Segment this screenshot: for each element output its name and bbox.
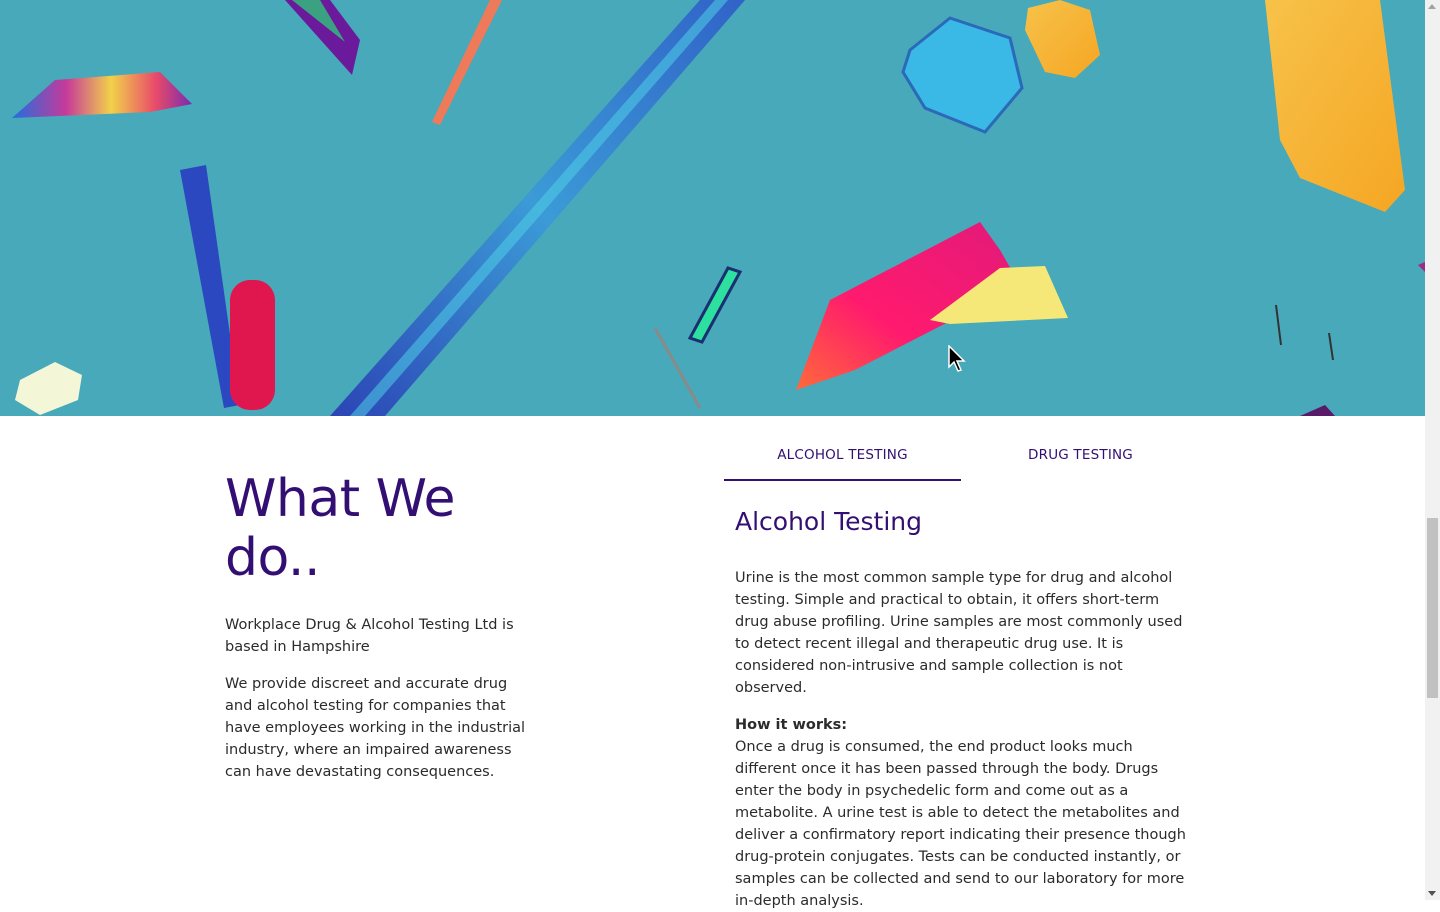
how-it-works-block: How it works: Once a drug is consumed, t… bbox=[735, 714, 1195, 912]
vertical-scrollbar[interactable] bbox=[1425, 0, 1440, 900]
panel-intro: Urine is the most common sample type for… bbox=[735, 570, 1183, 696]
tab-alcohol-testing[interactable]: ALCOHOL TESTING bbox=[724, 442, 961, 481]
mouse-pointer-icon bbox=[948, 344, 966, 377]
about-paragraph-services: We provide discreet and accurate drug an… bbox=[225, 676, 526, 780]
how-it-works-text: Once a drug is consumed, the end product… bbox=[735, 739, 1186, 909]
about-column: What We do.. Workplace Drug & Alcohol Te… bbox=[225, 470, 535, 798]
tab-drug-testing[interactable]: DRUG TESTING bbox=[962, 442, 1199, 479]
section-heading: What We do.. bbox=[225, 469, 456, 588]
about-paragraph-location: Workplace Drug & Alcohol Testing Ltd is … bbox=[225, 617, 514, 655]
crystal-illustration bbox=[12, 0, 1425, 416]
tab-panel-alcohol-testing: Alcohol Testing Urine is the most common… bbox=[735, 506, 1195, 912]
how-it-works-title: How it works: bbox=[735, 717, 848, 733]
scroll-up-arrow-icon[interactable] bbox=[1428, 4, 1436, 9]
hero-image bbox=[0, 0, 1425, 416]
panel-title: Alcohol Testing bbox=[735, 507, 923, 536]
scrollbar-thumb[interactable] bbox=[1427, 518, 1438, 698]
what-we-do-section: What We do.. Workplace Drug & Alcohol Te… bbox=[0, 416, 1425, 909]
testing-tabs: ALCOHOL TESTING DRUG TESTING bbox=[724, 442, 1199, 481]
scroll-down-arrow-icon[interactable] bbox=[1428, 891, 1436, 896]
